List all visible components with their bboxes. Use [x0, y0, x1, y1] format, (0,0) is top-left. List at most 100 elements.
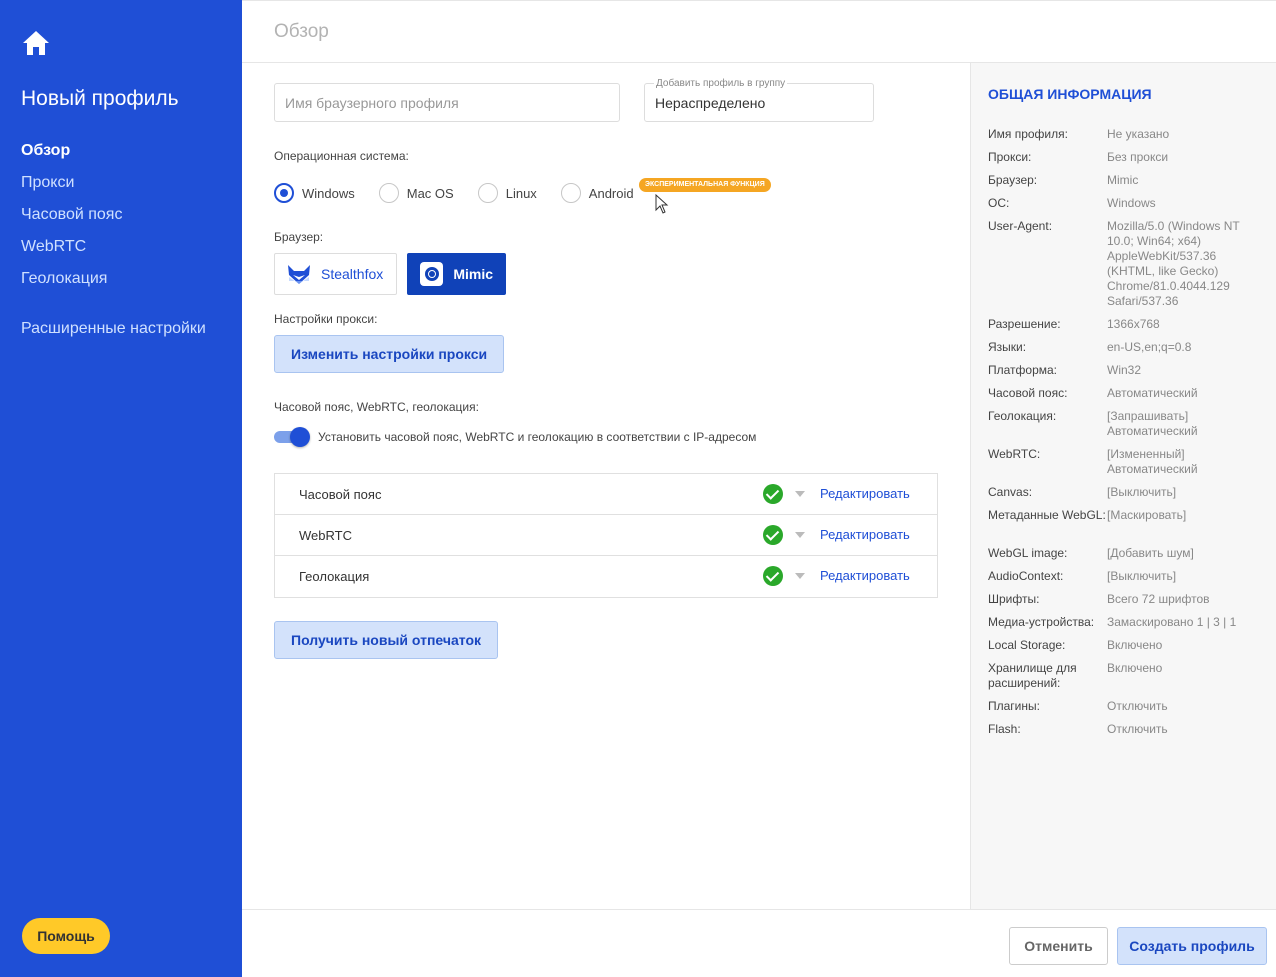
radio-unchecked-icon [560, 183, 581, 203]
sidebar-item-timezone[interactable]: Часовой пояс [21, 204, 122, 236]
page-title: Обзор [274, 21, 329, 42]
experimental-badge: ЭКСПЕРИМЕНТАЛЬНАЯ ФУНКЦИЯ [639, 178, 771, 192]
edit-webrtc-link[interactable]: Редактировать [820, 527, 910, 542]
auto-ip-toggle[interactable] [274, 427, 310, 447]
chevron-down-icon[interactable] [795, 573, 805, 579]
os-radio-linux[interactable]: Linux [477, 183, 537, 203]
info-key: Canvas: [988, 485, 1033, 499]
browser-mimic-button[interactable]: Mimic [407, 253, 506, 295]
group-select[interactable]: Добавить профиль в группу Нераспределено [644, 78, 874, 122]
browser-stealthfox-label: Stealthfox [321, 266, 384, 282]
info-row: Разрешение: 1366x768 [988, 317, 1268, 332]
info-row: Flash: Отключить [988, 722, 1268, 737]
profile-name-input[interactable] [274, 83, 620, 122]
browser-stealthfox-button[interactable]: Stealthfox [274, 253, 397, 295]
info-row: Платформа: Win32 [988, 363, 1268, 378]
info-row: Часовой пояс: Автоматический [988, 386, 1268, 401]
create-profile-button[interactable]: Создать профиль [1117, 927, 1267, 965]
mimic-icon [420, 262, 444, 286]
settings-table: Часовой пояс Редактировать WebRTC Редакт… [274, 473, 938, 598]
info-key: Flash: [988, 722, 1021, 736]
chevron-down-icon[interactable] [795, 491, 805, 497]
info-value: Отключить [1107, 722, 1168, 736]
info-value: Не указано [1107, 127, 1170, 141]
mouse-cursor-icon [655, 194, 669, 214]
info-key: User-Agent: [988, 219, 1053, 233]
info-key: Прокси: [988, 150, 1032, 164]
info-key: Геолокация: [988, 409, 1057, 423]
sidebar-item-geolocation[interactable]: Геолокация [21, 268, 122, 300]
check-icon [763, 484, 783, 504]
home-icon[interactable] [22, 30, 50, 56]
sidebar-item-proxy[interactable]: Прокси [21, 172, 122, 204]
info-row: Браузер: Mimic [988, 173, 1268, 188]
info-row: Геолокация: [Запрашивать] Автоматический [988, 409, 1268, 439]
info-row: Имя профиля: Не указано [988, 127, 1268, 142]
info-key: Метаданные WebGL: [988, 508, 1106, 522]
form-footer: Отменить Создать профиль [242, 909, 1276, 977]
info-value: Отключить [1107, 699, 1168, 713]
info-key: Хранилище для расширений: [988, 661, 1077, 690]
table-row: Часовой пояс Редактировать [275, 474, 937, 515]
table-row: Геолокация Редактировать [275, 556, 937, 597]
info-row: ОС: Windows [988, 196, 1268, 211]
sidebar-nav: Обзор Прокси Часовой пояс WebRTC Геолока… [21, 140, 122, 300]
radio-unchecked-icon [477, 183, 498, 203]
cancel-button[interactable]: Отменить [1009, 927, 1108, 965]
os-radio-macos[interactable]: Mac OS [378, 183, 454, 203]
sidebar-title: Новый профиль [21, 87, 179, 110]
os-label: Операционная система: [274, 149, 409, 163]
info-value: Без прокси [1107, 150, 1169, 164]
info-value: Win32 [1107, 363, 1142, 377]
check-icon [763, 566, 783, 586]
browser-mimic-label: Mimic [453, 266, 493, 282]
toggle-knob [290, 427, 310, 447]
browser-selector: Stealthfox Mimic [274, 253, 516, 295]
info-row: Прокси: Без прокси [988, 150, 1268, 165]
row-label-geolocation: Геолокация [299, 569, 370, 584]
profile-form: Добавить профиль в группу Нераспределено… [242, 63, 970, 909]
edit-geolocation-link[interactable]: Редактировать [820, 568, 910, 583]
info-row: WebRTC: [Измененный] Автоматический [988, 447, 1268, 477]
tz-section-label: Часовой пояс, WebRTC, геолокация: [274, 400, 479, 414]
info-key: ОС: [988, 196, 1010, 210]
chevron-down-icon[interactable] [795, 532, 805, 538]
info-value: [Выключить] [1107, 485, 1177, 499]
info-key: Разрешение: [988, 317, 1061, 331]
info-key: Плагины: [988, 699, 1040, 713]
info-row: Local Storage: Включено [988, 638, 1268, 653]
edit-proxy-button[interactable]: Изменить настройки прокси [274, 335, 505, 373]
edit-timezone-link[interactable]: Редактировать [820, 486, 910, 501]
sidebar-item-overview[interactable]: Обзор [21, 140, 122, 172]
os-radio-linux-label: Linux [505, 185, 537, 201]
info-row: Медиа-устройства: Замаскировано 1 | 3 | 1 [988, 615, 1268, 630]
info-key: Имя профиля: [988, 127, 1068, 141]
info-key: WebRTC: [988, 447, 1041, 461]
radio-checked-icon [274, 183, 294, 203]
info-key: Медиа-устройства: [988, 615, 1095, 629]
info-row: User-Agent: Mozilla/5.0 (Windows NT 10.0;… [988, 219, 1268, 309]
help-button[interactable]: Помощь [22, 918, 110, 954]
os-radio-windows[interactable]: Windows [274, 183, 355, 203]
info-key: AudioContext: [988, 569, 1064, 583]
info-key: Браузер: [988, 173, 1038, 187]
info-value: en-US,en;q=0.8 [1107, 340, 1192, 354]
info-row: Хранилище для расширений: Включено [988, 661, 1268, 691]
sidebar-item-advanced[interactable]: Расширенные настройки [21, 320, 206, 338]
radio-unchecked-icon [378, 183, 399, 203]
info-key: Платформа: [988, 363, 1058, 377]
info-value: Включено [1107, 661, 1163, 675]
group-select-label: Добавить профиль в группу [654, 78, 788, 89]
info-row: Языки: en-US,en;q=0.8 [988, 340, 1268, 355]
row-label-timezone: Часовой пояс [299, 487, 382, 502]
info-value: [Выключить] [1107, 569, 1177, 583]
new-fingerprint-button[interactable]: Получить новый отпечаток [274, 621, 499, 659]
group-select-value: Нераспределено [655, 95, 766, 111]
sidebar-item-webrtc[interactable]: WebRTC [21, 236, 122, 268]
page-header: Обзор [242, 0, 1276, 63]
info-value: [Измененный] Автоматический [1107, 447, 1198, 476]
os-radio-android[interactable]: Android [560, 183, 634, 203]
info-value: Windows [1107, 196, 1156, 210]
info-key: Local Storage: [988, 638, 1066, 652]
info-panel-title: ОБЩАЯ ИНФОРМАЦИЯ [988, 86, 1152, 102]
